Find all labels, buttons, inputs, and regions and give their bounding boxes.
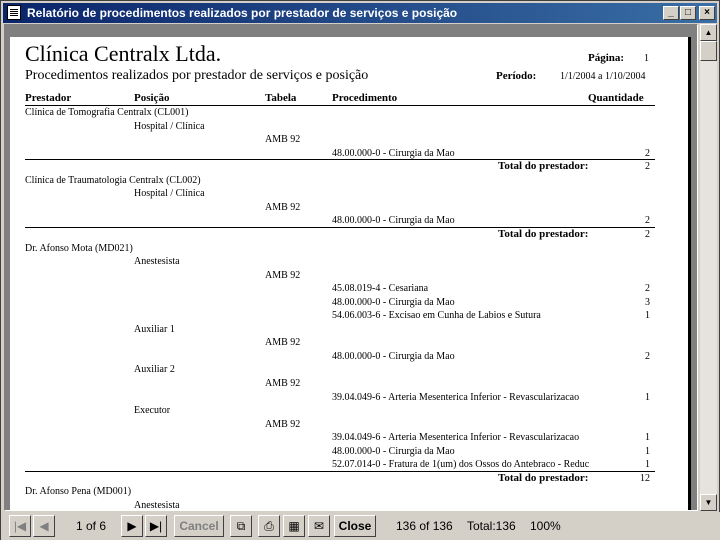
page-setup-icon[interactable]: ⧉ — [230, 515, 252, 537]
header-posicao: Posição — [134, 92, 170, 104]
row-tabela: AMB 92 — [265, 378, 301, 389]
row-procedimento: 45.08.019-4 - Cesariana — [332, 283, 429, 294]
maximize-button[interactable]: □ — [680, 6, 696, 20]
row-quantidade: 1 — [645, 432, 650, 443]
total-value: 2 — [645, 161, 650, 172]
row-procedimento: 39.04.049-6 - Arteria Mesenterica Inferi… — [332, 392, 580, 403]
period-value: 1/1/2004 a 1/10/2004 — [560, 71, 646, 82]
row-posicao: Auxiliar 2 — [134, 364, 175, 375]
report-subtitle: Procedimentos realizados por prestador d… — [25, 68, 369, 83]
row-posicao: Executor — [134, 405, 171, 416]
navigation-bar: |◀ ◀ 1 of 6 ▶ ▶| Cancel ⧉ ⎙ ▦ ✉ Close 13… — [1, 512, 720, 540]
row-quantidade: 1 — [645, 392, 650, 403]
row-posicao: Hospital / Clínica — [134, 188, 205, 199]
row-procedimento: 48.00.000-0 - Cirurgia da Mao — [332, 215, 455, 226]
header-procedimento: Procedimento — [332, 92, 398, 104]
period-label: Período: — [496, 70, 537, 82]
row-quantidade: 2 — [645, 283, 650, 294]
row-prestador: Clínica de Tomografia Centralx (CL001) — [25, 107, 189, 118]
print-icon[interactable]: ⎙ — [258, 515, 280, 537]
row-posicao: Hospital / Clínica — [134, 121, 205, 132]
row-tabela: AMB 92 — [265, 270, 301, 281]
row-prestador: Clínica de Traumatologia Centralx (CL002… — [25, 175, 201, 186]
total-count: Total:136 — [467, 519, 516, 533]
last-page-button[interactable]: ▶| — [145, 515, 167, 537]
report-app-icon — [7, 5, 21, 20]
first-page-button[interactable]: |◀ — [9, 515, 31, 537]
row-procedimento: 48.00.000-0 - Cirurgia da Mao — [332, 446, 455, 457]
row-quantidade: 1 — [645, 446, 650, 457]
next-page-button[interactable]: ▶ — [121, 515, 143, 537]
scroll-up-button[interactable]: ▲ — [700, 24, 717, 41]
total-label: Total do prestador: — [498, 472, 589, 484]
row-quantidade: 2 — [645, 148, 650, 159]
header-prestador: Prestador — [25, 92, 72, 104]
record-count: 136 of 136 — [396, 519, 453, 533]
window-title: Relatório de procedimentos realizados po… — [27, 6, 458, 20]
page-label: Página: — [588, 52, 625, 64]
minimize-button[interactable]: _ — [663, 6, 679, 20]
total-value: 12 — [640, 473, 650, 484]
total-value: 2 — [645, 229, 650, 240]
export-icon[interactable]: ▦ — [283, 515, 305, 537]
row-tabela: AMB 92 — [265, 134, 301, 145]
row-procedimento: 48.00.000-0 - Cirurgia da Mao — [332, 148, 455, 159]
zoom-level: 100% — [530, 519, 561, 533]
row-procedimento: 39.04.049-6 - Arteria Mesenterica Inferi… — [332, 432, 580, 443]
row-procedimento: 54.06.003-6 - Excisao em Cunha de Labios… — [332, 310, 541, 321]
vertical-scrollbar[interactable]: ▲ ▼ — [700, 24, 717, 511]
row-posicao: Auxiliar 1 — [134, 324, 175, 335]
row-tabela: AMB 92 — [265, 419, 301, 430]
previous-page-button[interactable]: ◀ — [33, 515, 55, 537]
row-quantidade: 1 — [645, 310, 650, 321]
close-button[interactable]: Close — [334, 515, 376, 537]
email-icon[interactable]: ✉ — [308, 515, 330, 537]
row-quantidade: 2 — [645, 215, 650, 226]
row-quantidade: 2 — [645, 351, 650, 362]
row-posicao: Anestesista — [134, 500, 180, 511]
row-quantidade: 3 — [645, 297, 650, 308]
row-posicao: Anestesista — [134, 256, 180, 267]
scroll-thumb[interactable] — [700, 41, 717, 61]
row-prestador: Dr. Afonso Pena (MD001) — [25, 486, 132, 497]
row-procedimento: 48.00.000-0 - Cirurgia da Mao — [332, 297, 455, 308]
page-value: 1 — [644, 53, 649, 64]
row-prestador: Dr. Afonso Mota (MD021) — [25, 243, 133, 254]
preview-area: Clínica Centralx Ltda. Procedimentos rea… — [4, 24, 698, 511]
scroll-down-button[interactable]: ▼ — [700, 494, 717, 511]
title-bar: Relatório de procedimentos realizados po… — [3, 3, 717, 23]
row-quantidade: 1 — [645, 459, 650, 470]
header-tabela: Tabela — [265, 92, 297, 104]
cancel-button[interactable]: Cancel — [174, 515, 224, 537]
row-procedimento: 52.07.014-0 - Fratura de 1(um) dos Ossos… — [332, 459, 590, 470]
row-tabela: AMB 92 — [265, 202, 301, 213]
company-name: Clínica Centralx Ltda. — [25, 41, 222, 66]
close-window-button[interactable]: × — [699, 6, 715, 20]
header-divider — [25, 105, 655, 106]
total-label: Total do prestador: — [498, 160, 589, 172]
row-tabela: AMB 92 — [265, 337, 301, 348]
report-page: Clínica Centralx Ltda. Procedimentos rea… — [10, 37, 691, 511]
report-window: Relatório de procedimentos realizados po… — [0, 0, 720, 540]
total-label: Total do prestador: — [498, 228, 589, 240]
header-quantidade: Quantidade — [588, 92, 644, 104]
row-procedimento: 48.00.000-0 - Cirurgia da Mao — [332, 351, 455, 362]
page-indicator: 1 of 6 — [76, 519, 107, 533]
